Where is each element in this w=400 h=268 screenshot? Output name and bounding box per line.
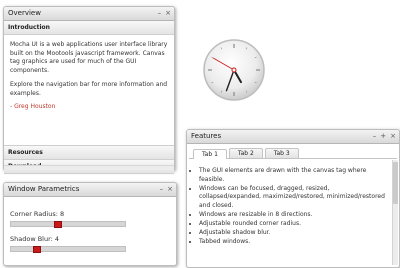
features-titlebar[interactable]: Features – + × (187, 130, 399, 144)
tab-3[interactable]: Tab 3 (264, 148, 299, 158)
minimize-icon[interactable]: – (373, 130, 377, 143)
close-icon[interactable]: × (390, 130, 396, 143)
features-content: The GUI elements are drawn with the canv… (189, 161, 390, 265)
explore-paragraph: Explore the navigation bar for more info… (10, 81, 168, 97)
list-item: Adjustable rounded corner radius. (199, 220, 390, 229)
overview-title: Overview (8, 9, 41, 17)
window-parametrics-title: Window Parametrics (8, 185, 80, 193)
window-parametrics-window[interactable]: Window Parametrics – × Corner Radius: 8 … (3, 182, 177, 266)
clock-center (231, 67, 237, 73)
close-icon[interactable]: × (167, 183, 173, 196)
corner-radius-slider-knob[interactable] (54, 221, 63, 228)
features-scrollbar-thumb[interactable] (393, 162, 398, 204)
corner-radius-slider[interactable] (10, 221, 126, 228)
features-tabs: Tab 1 Tab 2 Tab 3 (189, 144, 397, 159)
features-title: Features (191, 132, 222, 140)
window-parametrics-titlebar[interactable]: Window Parametrics – × (4, 183, 176, 197)
list-item: The GUI elements are drawn with the canv… (199, 167, 390, 184)
maximize-icon[interactable]: + (380, 130, 386, 143)
tab-1[interactable]: Tab 1 (193, 149, 227, 159)
overview-titlebar[interactable]: Overview – × (4, 7, 174, 21)
section-resources[interactable]: Resources (4, 145, 174, 160)
signature: - Greg Houston (10, 103, 56, 110)
list-item: Adjustable shadow blur. (199, 229, 390, 238)
list-item: Tabbed windows. (199, 238, 390, 247)
tab-2[interactable]: Tab 2 (228, 148, 263, 158)
features-window[interactable]: Features – + × Tab 1 Tab 2 Tab 3 The GUI… (186, 129, 400, 268)
features-list: The GUI elements are drawn with the canv… (189, 167, 390, 246)
close-icon[interactable]: × (165, 7, 171, 20)
minimize-icon[interactable]: – (158, 7, 162, 20)
clock-widget[interactable] (199, 10, 269, 140)
overview-window[interactable]: Overview – × Introduction Mocha UI is a … (3, 6, 175, 174)
intro-paragraph: Mocha UI is a web applications user inte… (10, 41, 168, 74)
corner-radius-label: Corner Radius: 8 (10, 210, 65, 218)
shadow-blur-label: Shadow Blur: 4 (10, 235, 60, 243)
list-item: Windows can be focused, dragged, resized… (199, 185, 390, 211)
list-item: Windows are resizable in 8 directions. (199, 211, 390, 220)
shadow-blur-slider-knob[interactable] (32, 246, 41, 253)
overview-content: Mocha UI is a web applications user inte… (4, 35, 174, 121)
shadow-blur-slider[interactable] (10, 246, 126, 253)
features-scrollbar[interactable] (392, 160, 398, 265)
minimize-icon[interactable]: – (160, 183, 164, 196)
overview-bottom-strip (4, 165, 174, 170)
section-introduction[interactable]: Introduction (4, 21, 174, 35)
